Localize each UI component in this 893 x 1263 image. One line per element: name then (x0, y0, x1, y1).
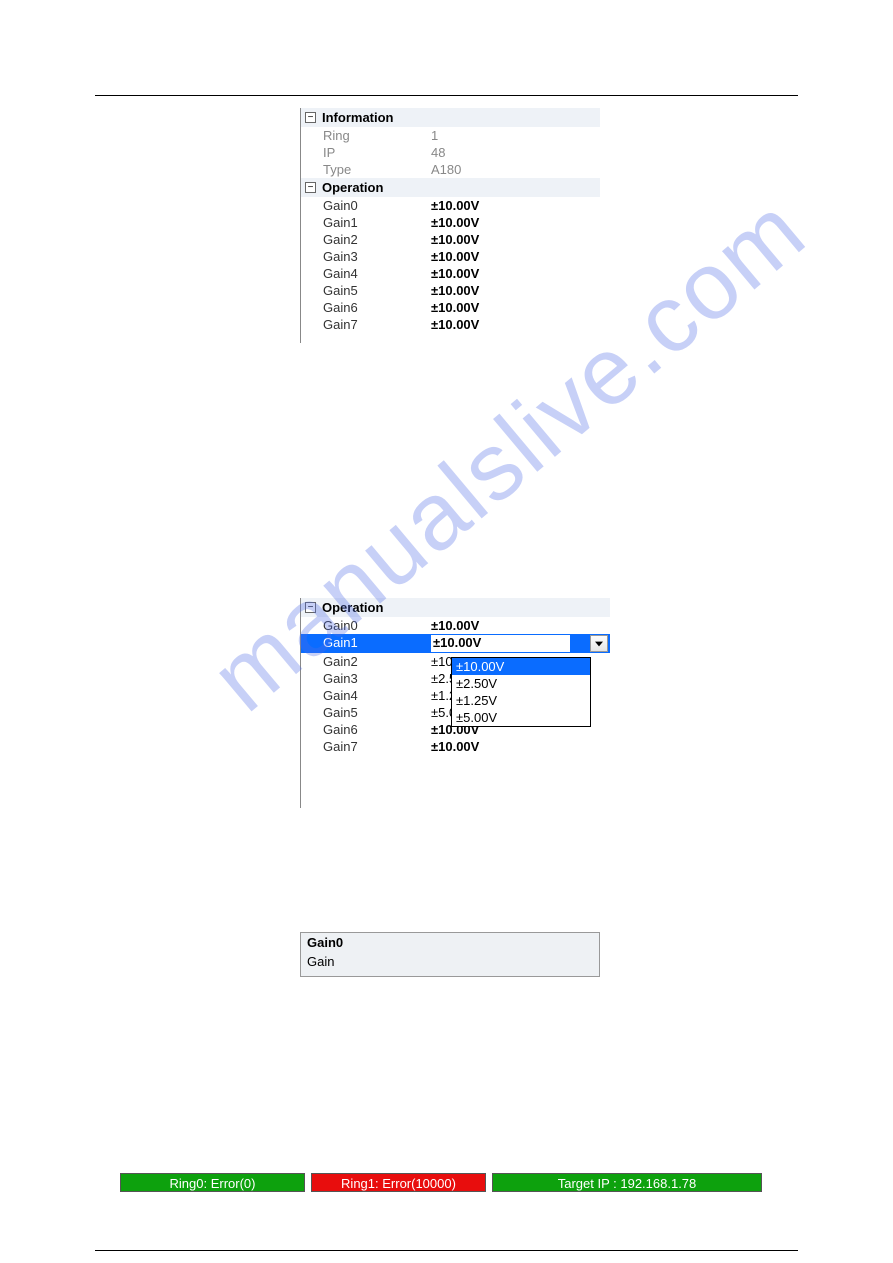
dropdown-option[interactable]: ±10.00V (452, 658, 590, 675)
property-row[interactable]: Gain0±10.00V (301, 197, 600, 214)
dropdown-option[interactable]: ±5.00V (452, 709, 590, 726)
property-value: ±10.00V (431, 283, 600, 298)
property-label: Gain1 (301, 635, 431, 652)
property-value: ±10.00V (431, 635, 570, 652)
page-rule-bottom (95, 1250, 798, 1251)
status-ring0: Ring0: Error(0) (120, 1173, 305, 1192)
property-row-selected[interactable]: Gain1 ±10.00V (301, 634, 610, 653)
status-ring1: Ring1: Error(10000) (311, 1173, 486, 1192)
property-label: Gain3 (301, 249, 431, 264)
property-value: ±10.00V (431, 215, 600, 230)
status-bar: Ring0: Error(0) Ring1: Error(10000) Targ… (120, 1173, 762, 1192)
dropdown-button[interactable] (590, 635, 608, 652)
property-row[interactable]: Gain5±10.00V (301, 282, 600, 299)
dropdown-option[interactable]: ±1.25V (452, 692, 590, 709)
property-row[interactable]: Gain3±10.00V (301, 248, 600, 265)
property-row[interactable]: IP 48 (301, 144, 600, 161)
collapse-icon[interactable]: − (305, 182, 316, 193)
property-grid-1: − Information Ring 1 IP 48 Type A180 − O… (300, 108, 600, 343)
property-label: Type (301, 162, 431, 177)
operation-header-label: Operation (322, 180, 383, 195)
property-value: A180 (431, 162, 600, 177)
property-label: Gain7 (301, 317, 431, 332)
property-value: ±10.00V (431, 618, 610, 633)
property-label: Gain7 (301, 739, 431, 754)
property-label: Gain3 (301, 671, 431, 686)
property-value: ±10.00V (431, 198, 600, 213)
help-title: Gain0 (301, 933, 599, 952)
information-header[interactable]: − Information (301, 108, 600, 127)
property-row[interactable]: Gain7±10.00V (301, 316, 600, 333)
property-row[interactable]: Ring 1 (301, 127, 600, 144)
property-label: Gain0 (301, 618, 431, 633)
property-label: Gain0 (301, 198, 431, 213)
property-row[interactable]: Gain4±10.00V (301, 265, 600, 282)
property-label: Gain4 (301, 266, 431, 281)
property-label: Gain1 (301, 215, 431, 230)
property-row[interactable]: Type A180 (301, 161, 600, 178)
property-value: ±10.00V (431, 266, 600, 281)
property-row[interactable]: Gain6±10.00V (301, 299, 600, 316)
property-label: Gain5 (301, 283, 431, 298)
property-help-box: Gain0 Gain (300, 932, 600, 977)
property-row[interactable]: Gain7±10.00V (301, 738, 610, 755)
property-label: Gain5 (301, 705, 431, 720)
operation-header[interactable]: − Operation (301, 178, 600, 197)
property-row[interactable]: Gain0±10.00V (301, 617, 610, 634)
property-label: Gain2 (301, 232, 431, 247)
help-body: Gain (301, 952, 599, 971)
property-label: Gain6 (301, 722, 431, 737)
chevron-down-icon (595, 641, 603, 647)
property-value: ±10.00V (431, 317, 600, 332)
property-row[interactable]: Gain1±10.00V (301, 214, 600, 231)
property-value: ±10.00V (431, 300, 600, 315)
status-target-ip: Target IP : 192.168.1.78 (492, 1173, 762, 1192)
collapse-icon[interactable]: − (305, 112, 316, 123)
collapse-icon[interactable]: − (305, 602, 316, 613)
property-row[interactable]: Gain2±10.00V (301, 231, 600, 248)
page-rule-top (95, 95, 798, 96)
property-value: ±10.00V (431, 739, 610, 754)
property-value: 48 (431, 145, 600, 160)
property-label: IP (301, 145, 431, 160)
property-grid-2: − Operation Gain0±10.00V Gain1 ±10.00V G… (300, 598, 610, 808)
property-value: ±10.00V (431, 232, 600, 247)
operation-header-label: Operation (322, 600, 383, 615)
property-value: ±10.00V (431, 249, 600, 264)
gain-dropdown[interactable]: ±10.00V ±2.50V ±1.25V ±5.00V (451, 657, 591, 727)
property-label: Gain4 (301, 688, 431, 703)
operation-header[interactable]: − Operation (301, 598, 610, 617)
property-value: 1 (431, 128, 600, 143)
property-label: Ring (301, 128, 431, 143)
property-label: Gain6 (301, 300, 431, 315)
property-label: Gain2 (301, 654, 431, 669)
information-header-label: Information (322, 110, 394, 125)
dropdown-option[interactable]: ±2.50V (452, 675, 590, 692)
